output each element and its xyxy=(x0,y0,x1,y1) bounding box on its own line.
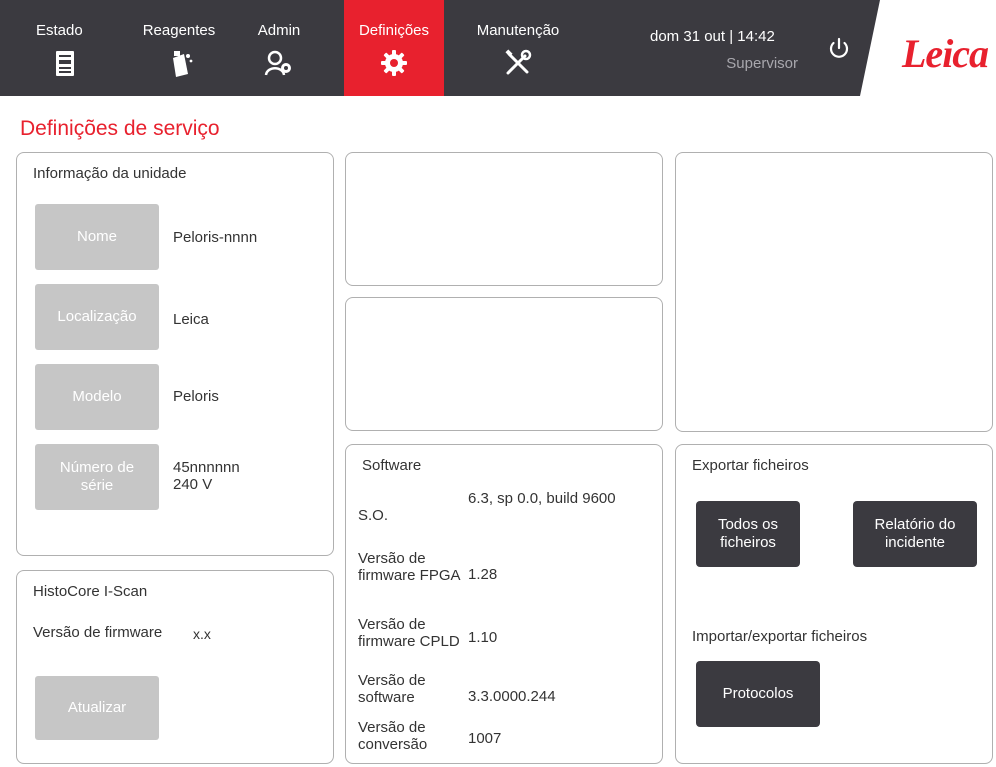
power-icon[interactable] xyxy=(826,36,852,62)
location-button[interactable]: Localização xyxy=(35,284,159,350)
model-value: Peloris xyxy=(173,388,219,405)
empty-panel-middle xyxy=(345,297,663,431)
fpga-firmware-value: 1.28 xyxy=(468,566,498,583)
tab-manutencao[interactable]: Manutenção xyxy=(456,0,580,96)
iscan-firmware-value: x.x xyxy=(193,626,211,642)
empty-panel-right xyxy=(675,152,993,432)
serial-number-value: 45nnnnnn xyxy=(173,459,240,476)
tab-admin[interactable]: Admin xyxy=(244,0,314,96)
logo-container: Leica xyxy=(860,0,996,96)
admin-user-gear-icon xyxy=(264,50,291,76)
tab-estado[interactable]: Estado xyxy=(20,0,110,96)
export-files-panel: Exportar ficheiros Todos os ficheiros Re… xyxy=(675,444,993,764)
histocore-iscan-panel: HistoCore I-Scan Versão de firmware x.x … xyxy=(16,570,334,764)
name-button[interactable]: Nome xyxy=(35,204,159,270)
date-time: dom 31 out | 14:42 xyxy=(650,28,775,45)
conversion-version-label: Versão de conversão xyxy=(358,719,428,753)
fpga-firmware-label: Versão de firmware FPGA xyxy=(358,550,461,584)
incident-report-button[interactable]: Relatório do incidente xyxy=(853,501,977,567)
iscan-firmware-label: Versão de firmware xyxy=(33,624,163,641)
gear-icon xyxy=(381,50,407,76)
tab-reagentes[interactable]: Reagentes xyxy=(124,0,234,96)
tab-definicoes[interactable]: Definições xyxy=(344,0,444,96)
software-version-value: 3.3.0000.244 xyxy=(468,688,556,705)
tab-admin-label: Admin xyxy=(257,22,301,39)
reagent-bottle-icon xyxy=(173,51,193,77)
unit-information-panel: Informação da unidade Nome Peloris-nnnn … xyxy=(16,152,334,556)
import-export-title: Importar/exportar ficheiros xyxy=(692,628,868,645)
name-value: Peloris-nnnn xyxy=(173,229,258,246)
page-title: Definições de serviço xyxy=(20,117,220,140)
location-value: Leica xyxy=(173,311,209,328)
update-button[interactable]: Atualizar xyxy=(35,676,159,740)
protocols-button[interactable]: Protocolos xyxy=(696,661,820,727)
top-navigation-bar: Estado Reagentes Admin Definições Manute… xyxy=(0,0,996,96)
export-files-title: Exportar ficheiros xyxy=(692,457,809,474)
tools-icon xyxy=(505,49,532,75)
serial-number-button[interactable]: Número de série xyxy=(35,444,159,510)
model-button[interactable]: Modelo xyxy=(35,364,159,430)
tab-reagentes-label: Reagentes xyxy=(142,22,216,39)
leica-logo: Leica xyxy=(902,31,989,76)
software-title: Software xyxy=(362,457,422,474)
all-files-button[interactable]: Todos os ficheiros xyxy=(696,501,800,567)
os-label: S.O. xyxy=(358,507,389,524)
iscan-title: HistoCore I-Scan xyxy=(33,583,148,600)
software-panel: Software S.O. 6.3, sp 0.0, build 9600 Ve… xyxy=(345,444,663,764)
unit-information-title: Informação da unidade xyxy=(33,165,187,182)
voltage-value: 240 V xyxy=(173,476,213,493)
tab-definicoes-label: Definições xyxy=(358,22,430,39)
os-value: 6.3, sp 0.0, build 9600 xyxy=(468,490,616,507)
conversion-version-value: 1007 xyxy=(468,730,502,747)
tab-manutencao-label: Manutenção xyxy=(476,22,560,39)
cpld-firmware-label: Versão de firmware CPLD xyxy=(358,616,460,650)
instrument-icon xyxy=(56,51,74,76)
software-version-label: Versão de software xyxy=(358,672,426,706)
cpld-firmware-value: 1.10 xyxy=(468,629,498,646)
empty-panel-top xyxy=(345,152,663,286)
current-user: Supervisor xyxy=(726,55,798,72)
tab-estado-label: Estado xyxy=(36,22,83,39)
